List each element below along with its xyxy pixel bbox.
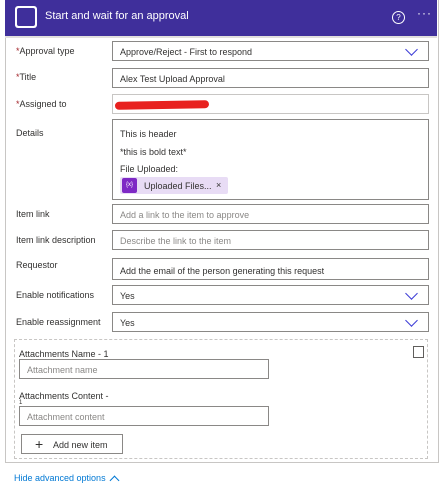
title-label-text: Title: [19, 72, 37, 82]
approval-type-dropdown[interactable]: Approve/Reject - First to respond: [112, 41, 429, 61]
title-input[interactable]: Alex Test Upload Approval: [112, 68, 429, 88]
add-new-item-button[interactable]: + Add new item: [21, 434, 123, 454]
enable-reassignment-label: Enable reassignment: [16, 317, 101, 327]
approval-icon-inner: [17, 8, 35, 26]
redaction-mark: [114, 100, 210, 110]
enable-reassignment-value: Yes: [120, 318, 135, 328]
approval-icon: [15, 6, 37, 28]
enable-reassignment-dropdown[interactable]: Yes: [112, 312, 429, 332]
item-link-description-input[interactable]: Describe the link to the item: [112, 230, 429, 250]
expression-icon: {x}: [122, 178, 137, 193]
chevron-down-icon: [405, 287, 418, 300]
requestor-placeholder: Add the email of the person generating t…: [120, 266, 325, 276]
title-value: Alex Test Upload Approval: [120, 74, 225, 84]
details-label: Details: [16, 128, 44, 138]
more-options-icon[interactable]: ···: [417, 6, 432, 20]
details-line-2: *this is bold text*: [120, 147, 187, 157]
item-link-input[interactable]: Add a link to the item to approve: [112, 204, 429, 224]
attachment-name-placeholder: Attachment name: [27, 365, 98, 375]
details-line-1: This is header: [120, 129, 177, 139]
attachments-content-label: Attachments Content -: [19, 391, 109, 401]
plus-icon: +: [35, 436, 44, 452]
add-new-item-label: Add new item: [53, 440, 108, 450]
assigned-to-label-text: Assigned to: [19, 99, 67, 109]
token-label: Uploaded Files...: [144, 181, 212, 191]
requestor-label: Requestor: [16, 260, 58, 270]
enable-notifications-dropdown[interactable]: Yes: [112, 285, 429, 305]
enable-notifications-value: Yes: [120, 291, 135, 301]
action-title: Start and wait for an approval: [45, 10, 189, 22]
chevron-down-icon: [405, 314, 418, 327]
approval-type-label-text: Approval type: [19, 46, 75, 56]
chevron-up-icon: [109, 475, 120, 486]
approval-type-value: Approve/Reject - First to respond: [120, 47, 253, 57]
details-line-3: File Uploaded:: [120, 164, 179, 174]
help-icon[interactable]: ?: [392, 11, 405, 24]
title-label: *Title: [16, 72, 36, 82]
attachment-name-input[interactable]: Attachment name: [19, 359, 269, 379]
item-link-description-placeholder: Describe the link to the item: [120, 236, 232, 246]
dynamic-content-token[interactable]: {x} Uploaded Files... ×: [120, 177, 228, 194]
approval-type-label: *Approval type: [16, 46, 75, 56]
attachments-name-label: Attachments Name - 1: [19, 349, 109, 359]
action-header[interactable]: Start and wait for an approval ? ···: [5, 0, 437, 38]
delete-icon[interactable]: [413, 346, 424, 358]
details-editor[interactable]: This is header *this is bold text* File …: [112, 119, 429, 200]
item-link-placeholder: Add a link to the item to approve: [120, 210, 250, 220]
item-link-description-label: Item link description: [16, 235, 96, 245]
requestor-input[interactable]: Add the email of the person generating t…: [112, 258, 429, 280]
enable-notifications-label: Enable notifications: [16, 290, 95, 300]
attachment-content-input[interactable]: Attachment content: [19, 406, 269, 426]
remove-token-icon[interactable]: ×: [216, 180, 221, 190]
hide-advanced-options-link[interactable]: Hide advanced options: [14, 473, 106, 483]
attachment-content-placeholder: Attachment content: [27, 412, 105, 422]
chevron-down-icon: [405, 43, 418, 56]
assigned-to-label: *Assigned to: [16, 99, 67, 109]
item-link-label: Item link: [16, 209, 50, 219]
